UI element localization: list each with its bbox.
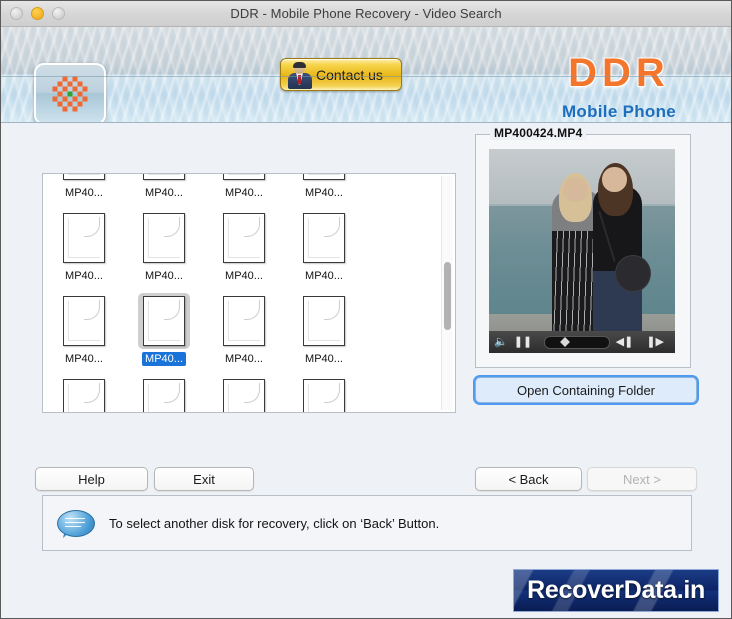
- document-icon: [298, 376, 350, 412]
- window-title: DDR - Mobile Phone Recovery - Video Sear…: [230, 6, 502, 21]
- brand-block: DDR Mobile Phone: [529, 51, 709, 122]
- zoom-button[interactable]: [52, 7, 65, 20]
- brand-subtitle: Mobile Phone: [561, 102, 677, 121]
- vertical-scrollbar[interactable]: [441, 176, 453, 410]
- contact-us-button[interactable]: Contact us: [280, 58, 402, 91]
- minimize-button[interactable]: [31, 7, 44, 20]
- flower-checker-graphic: [52, 76, 88, 112]
- file-item[interactable]: MP40...: [47, 210, 121, 283]
- ddr-app-icon: [34, 63, 106, 122]
- application-window: DDR - Mobile Phone Recovery - Video Sear…: [0, 0, 732, 619]
- next-button: Next >: [587, 467, 697, 491]
- help-button[interactable]: Help: [35, 467, 148, 491]
- file-item-label: MP40...: [225, 353, 263, 365]
- document-icon: [298, 210, 350, 266]
- file-item[interactable]: MP40...: [127, 210, 201, 283]
- file-item[interactable]: MP40...: [207, 174, 281, 200]
- file-item-label: MP40...: [142, 352, 186, 366]
- file-item-label: MP40...: [225, 270, 263, 282]
- file-item-label: MP40...: [225, 187, 263, 199]
- document-icon: [58, 376, 110, 412]
- file-item[interactable]: MP40...: [127, 174, 201, 200]
- file-item-label: MP40...: [65, 270, 103, 282]
- file-item[interactable]: MP40...: [127, 376, 201, 412]
- status-message: To select another disk for recovery, cli…: [109, 515, 440, 531]
- document-icon: [138, 174, 190, 183]
- file-item-label: MP40...: [65, 187, 103, 199]
- person-icon: [287, 61, 313, 89]
- video-preview-panel: 🔈 ❚❚ ◀❚ ❚▶: [475, 134, 691, 368]
- document-icon: [298, 293, 350, 349]
- document-icon: [218, 293, 270, 349]
- file-item[interactable]: MP40...: [127, 293, 201, 366]
- file-item[interactable]: MP40...: [287, 174, 361, 200]
- document-icon: [218, 210, 270, 266]
- preview-file-name: MP400424.MP4: [490, 126, 587, 140]
- back-button[interactable]: < Back: [475, 467, 582, 491]
- contact-us-label: Contact us: [316, 66, 383, 83]
- title-bar: DDR - Mobile Phone Recovery - Video Sear…: [1, 1, 731, 27]
- step-forward-icon[interactable]: ❚▶: [646, 336, 664, 348]
- document-icon: [218, 174, 270, 183]
- document-icon: [58, 210, 110, 266]
- speech-bubble-icon: [57, 510, 95, 540]
- file-item[interactable]: MP40...: [287, 210, 361, 283]
- file-item-label: MP40...: [305, 187, 343, 199]
- file-item[interactable]: MP40...: [287, 376, 361, 412]
- video-controls: 🔈 ❚❚ ◀❚ ❚▶: [489, 331, 675, 353]
- document-icon: [58, 293, 110, 349]
- file-item-label: MP40...: [305, 353, 343, 365]
- file-item[interactable]: MP40...: [287, 293, 361, 366]
- window-controls: [10, 7, 65, 20]
- file-item[interactable]: MP40...: [207, 293, 281, 366]
- file-item[interactable]: MP40...: [47, 293, 121, 366]
- file-item-label: MP40...: [145, 270, 183, 282]
- step-backward-icon[interactable]: ◀❚: [616, 336, 634, 348]
- document-icon: [138, 376, 190, 412]
- open-containing-folder-button[interactable]: Open Containing Folder: [475, 377, 697, 403]
- exit-button[interactable]: Exit: [154, 467, 254, 491]
- document-icon: [298, 174, 350, 183]
- close-button[interactable]: [10, 7, 23, 20]
- recoverdata-badge: RecoverData.in: [513, 569, 719, 612]
- header-banner: Contact us DDR Mobile Phone: [1, 27, 731, 123]
- file-item[interactable]: MP40...: [207, 210, 281, 283]
- video-thumbnail[interactable]: [489, 149, 675, 353]
- document-icon: [138, 210, 190, 266]
- file-list-panel[interactable]: MP40... MP40... MP40... MP40... MP40... MP40.…: [42, 173, 456, 413]
- file-item[interactable]: MP40...: [207, 376, 281, 412]
- pause-icon[interactable]: ❚❚: [514, 336, 532, 348]
- content-area: MP40... MP40... MP40... MP40... MP40... MP40.…: [1, 123, 731, 618]
- video-progress-slider[interactable]: [544, 335, 610, 349]
- file-item[interactable]: MP40...: [47, 376, 121, 412]
- progress-thumb[interactable]: [560, 337, 571, 347]
- file-item-label: MP40...: [305, 270, 343, 282]
- brand-title: DDR: [568, 51, 670, 95]
- file-item[interactable]: MP40...: [47, 174, 121, 200]
- file-grid: MP40... MP40... MP40... MP40... MP40... MP40.…: [43, 174, 439, 412]
- document-icon: [138, 293, 190, 349]
- document-icon: [218, 376, 270, 412]
- scrollbar-thumb[interactable]: [444, 262, 451, 330]
- file-item-label: MP40...: [65, 353, 103, 365]
- speaker-icon[interactable]: 🔈: [494, 336, 508, 348]
- file-item-label: MP40...: [145, 187, 183, 199]
- status-bar: To select another disk for recovery, cli…: [42, 495, 692, 551]
- document-icon: [58, 174, 110, 183]
